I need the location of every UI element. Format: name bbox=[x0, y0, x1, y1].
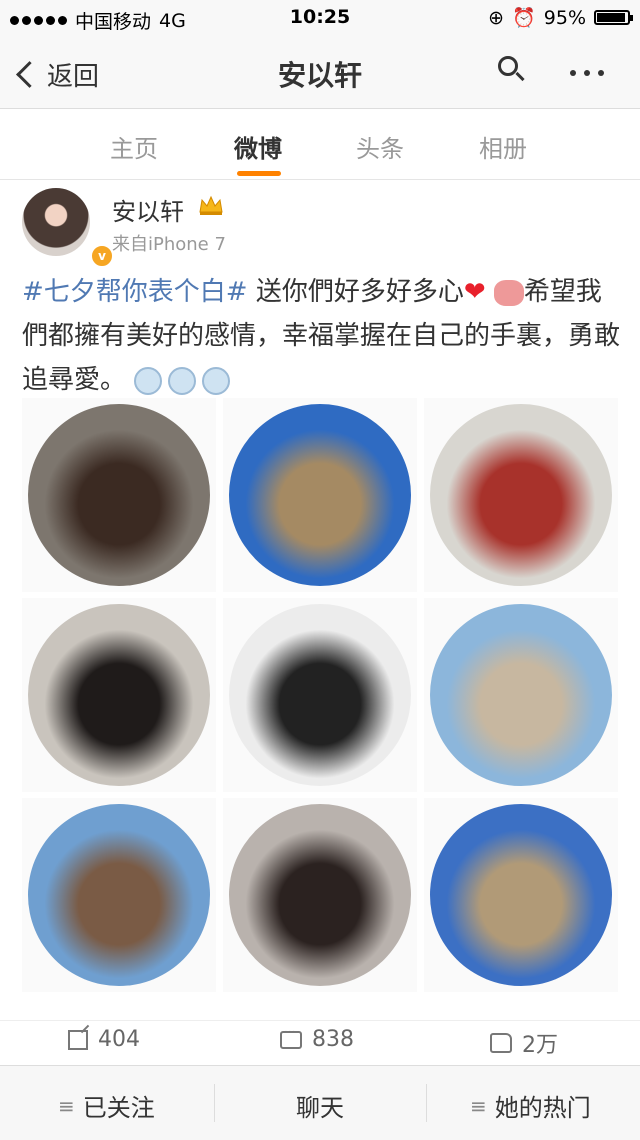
profile-tabs: 主页 微博 头条 相册 bbox=[0, 109, 640, 180]
chat-label: 聊天 bbox=[296, 1094, 344, 1122]
menu-icon: ≡ bbox=[58, 1093, 75, 1118]
repost-count: 404 bbox=[98, 1027, 140, 1052]
photo-cell[interactable] bbox=[424, 398, 618, 592]
tab-weibo[interactable]: 微博 bbox=[234, 129, 282, 164]
photo-grid bbox=[22, 398, 618, 992]
photo-cell[interactable] bbox=[22, 598, 216, 792]
photo-1 bbox=[28, 404, 210, 586]
crown-icon bbox=[199, 195, 223, 215]
heart-icon: ❤ bbox=[463, 277, 486, 307]
photo-cell[interactable] bbox=[223, 398, 417, 592]
comment-icon bbox=[280, 1025, 302, 1049]
active-tab-indicator bbox=[237, 171, 281, 176]
bottom-toolbar: ≡ 已关注 聊天 ≡ 她的热门 bbox=[0, 1065, 640, 1140]
photo-cell[interactable] bbox=[223, 598, 417, 792]
photo-5 bbox=[229, 604, 411, 786]
alarm-icon: ⏰ bbox=[512, 7, 536, 29]
search-button[interactable] bbox=[498, 56, 525, 82]
photo-4 bbox=[28, 604, 210, 786]
photo-cell[interactable] bbox=[22, 398, 216, 592]
divider bbox=[426, 1084, 427, 1122]
post-text: #七夕帮你表个白# 送你們好多好多心❤ 希望我們都擁有美好的感情，幸福掌握在自己… bbox=[22, 270, 622, 402]
page-title: 安以轩 bbox=[277, 59, 362, 92]
battery-icon bbox=[594, 10, 633, 25]
tab-album[interactable]: 相册 bbox=[479, 129, 527, 164]
photo-2 bbox=[229, 404, 411, 586]
photo-cell[interactable] bbox=[22, 798, 216, 992]
tab-headlines[interactable]: 头条 bbox=[356, 129, 404, 164]
following-label: 已关注 bbox=[82, 1094, 155, 1122]
photo-cell[interactable] bbox=[223, 798, 417, 992]
pig-emoji-icon bbox=[493, 279, 524, 306]
hashtag-link[interactable]: #七夕帮你表个白# bbox=[22, 277, 248, 307]
divider bbox=[214, 1084, 215, 1122]
like-button[interactable]: 2万 bbox=[490, 1027, 558, 1059]
comment-button[interactable]: 838 bbox=[280, 1025, 354, 1052]
thumbs-up-icon bbox=[490, 1033, 512, 1053]
post-text-part1: 送你們好多好多心 bbox=[247, 277, 464, 307]
avatar[interactable]: v bbox=[22, 188, 114, 268]
post-actions: 404 838 2万 bbox=[0, 1020, 640, 1065]
post-card: v 安以轩 来自iPhone 7 #七夕帮你表个白# 送你們好多好多心❤ 希望我… bbox=[0, 180, 640, 1020]
photo-cell[interactable] bbox=[424, 798, 618, 992]
status-right: ⊕ ⏰ 95% bbox=[488, 6, 633, 29]
navigation-bar: 返回 安以轩 bbox=[0, 36, 640, 109]
hot-posts-button[interactable]: ≡ 她的热门 bbox=[470, 1088, 591, 1123]
repost-icon bbox=[68, 1029, 88, 1050]
photo-8 bbox=[229, 804, 411, 986]
post-source: 来自iPhone 7 bbox=[112, 234, 226, 255]
battery-percent: 95% bbox=[543, 6, 586, 29]
photo-7 bbox=[28, 804, 210, 986]
rotation-lock-icon: ⊕ bbox=[488, 6, 505, 29]
photo-9 bbox=[430, 804, 612, 986]
photo-cell[interactable] bbox=[424, 598, 618, 792]
menu-icon: ≡ bbox=[470, 1093, 487, 1118]
repost-button[interactable]: 404 bbox=[68, 1027, 140, 1052]
following-button[interactable]: ≡ 已关注 bbox=[58, 1088, 155, 1123]
verified-badge-icon: v bbox=[90, 244, 114, 268]
photo-3 bbox=[430, 404, 612, 586]
comment-count: 838 bbox=[312, 1027, 354, 1052]
more-button[interactable] bbox=[570, 70, 604, 76]
like-count: 2万 bbox=[522, 1033, 558, 1058]
chat-button[interactable]: 聊天 bbox=[296, 1088, 344, 1123]
doraemon-emoji-icon bbox=[134, 366, 163, 395]
status-bar: 中国移动 4G 10:25 ⊕ ⏰ 95% bbox=[0, 0, 640, 36]
doraemon-emoji-icon bbox=[168, 366, 197, 395]
tab-home[interactable]: 主页 bbox=[110, 129, 158, 164]
photo-6 bbox=[430, 604, 612, 786]
doraemon-emoji-icon bbox=[202, 366, 231, 395]
author-name[interactable]: 安以轩 bbox=[112, 192, 184, 227]
hot-posts-label: 她的热门 bbox=[494, 1094, 591, 1122]
